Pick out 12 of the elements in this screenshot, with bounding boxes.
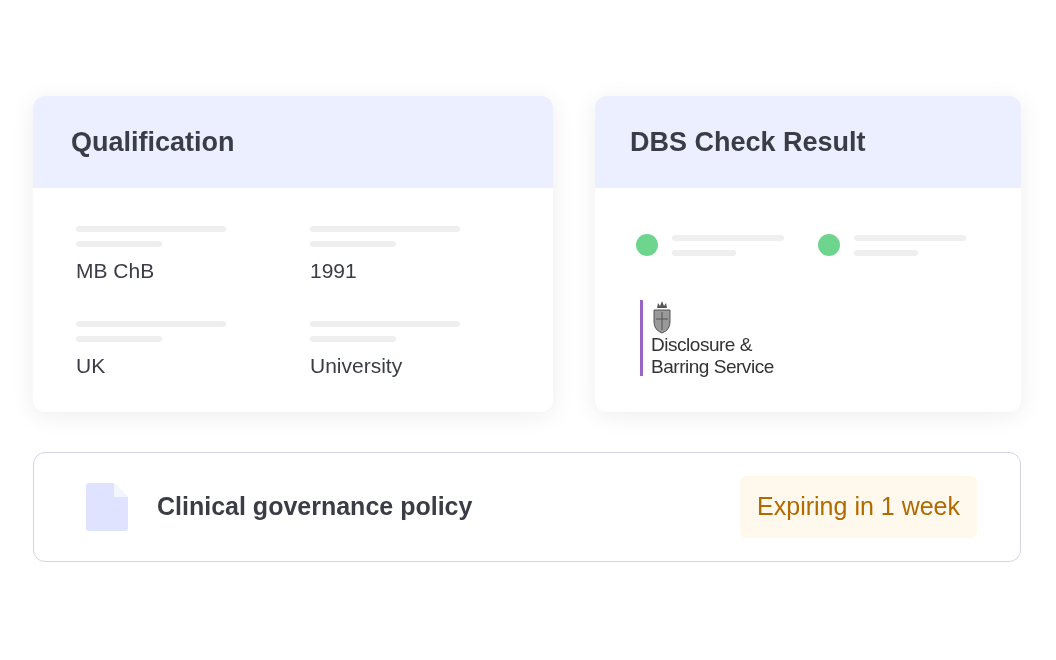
field-value: MB ChB — [76, 259, 156, 283]
crest-icon — [651, 300, 673, 334]
field-value: UK — [76, 354, 107, 378]
document-icon — [86, 483, 128, 531]
field-value: University — [310, 354, 404, 378]
logo-text: Barring Service — [651, 356, 774, 378]
expiry-badge: Expiring in 1 week — [740, 476, 977, 538]
logo-text: Disclosure & — [651, 334, 753, 356]
card-title: DBS Check Result — [630, 125, 866, 159]
document-name: Clinical governance policy — [157, 491, 473, 523]
field-value: 1991 — [310, 259, 358, 283]
card-title: Qualification — [71, 125, 235, 159]
